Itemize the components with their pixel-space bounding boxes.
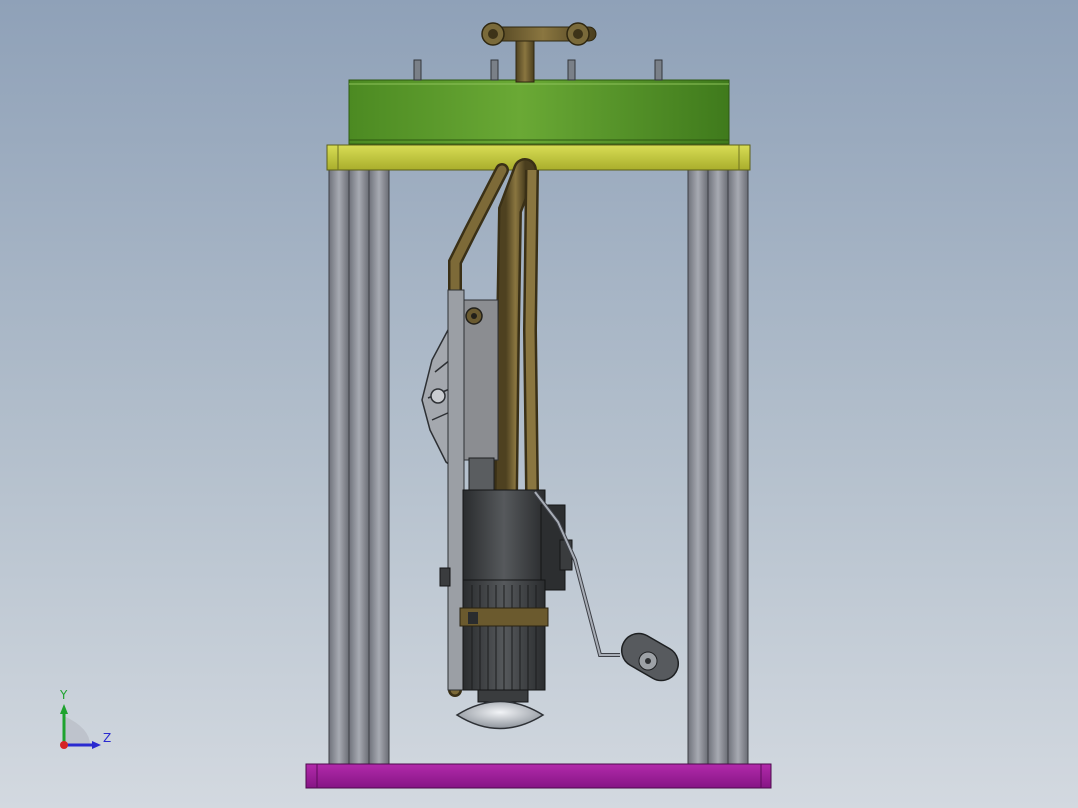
- tank-studs: [413, 59, 663, 81]
- xyz-axis-triad-icon: [60, 704, 101, 749]
- frame-right-posts[interactable]: [687, 169, 749, 766]
- inlet-filter[interactable]: [455, 689, 545, 730]
- base-plate[interactable]: [305, 763, 772, 789]
- mounting-bracket[interactable]: [462, 299, 499, 461]
- triad-z-label: Z: [103, 731, 112, 745]
- tank-body[interactable]: [348, 79, 730, 145]
- outlet-fitting[interactable]: [481, 22, 597, 83]
- top-plate[interactable]: [326, 144, 751, 171]
- triad-y-label: Y: [60, 688, 68, 702]
- cad-3d-viewport[interactable]: Y Z: [0, 0, 1078, 808]
- cad-assembly-model[interactable]: [0, 0, 1078, 808]
- float[interactable]: [616, 627, 685, 686]
- frame-left-posts[interactable]: [328, 169, 390, 766]
- support-strip: [447, 289, 465, 691]
